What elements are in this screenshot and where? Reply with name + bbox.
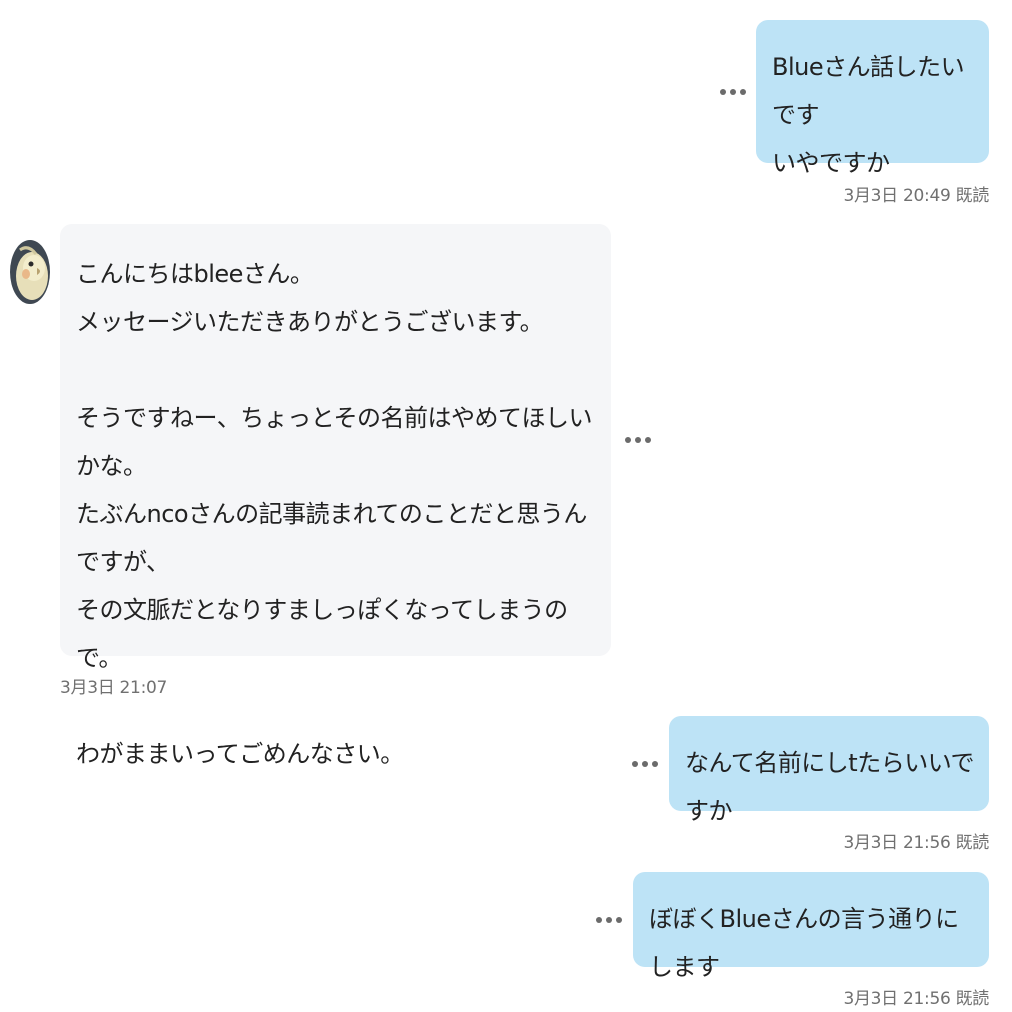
read-receipt: 既読: [955, 833, 990, 853]
message-thread: Blueさん話したいです いやですか 3月3日 20:49 既読 こんにちはbl…: [0, 0, 1012, 1012]
message-meta: 3月3日 21:56 既読: [843, 828, 989, 853]
message-timestamp: 3月3日 21:56: [843, 989, 951, 1009]
message-more-button[interactable]: [625, 434, 651, 446]
message-meta: 3月3日 21:56 既読: [843, 984, 989, 1009]
message-meta: 3月3日 20:49 既読: [843, 181, 989, 206]
more-horizontal-icon: [720, 89, 726, 95]
read-receipt: 既読: [955, 186, 990, 206]
message-timestamp: 3月3日 20:49: [843, 186, 951, 206]
bird-avatar-icon[interactable]: [10, 240, 50, 304]
message-timestamp: 3月3日 21:07: [60, 678, 168, 698]
message-bubble-incoming[interactable]: こんにちはbleeさん。 メッセージいただきありがとうございます。 そうですねー…: [60, 224, 611, 768]
more-horizontal-icon: [596, 917, 602, 923]
message-timestamp: 3月3日 21:56: [843, 833, 951, 853]
message-more-button[interactable]: [632, 758, 658, 770]
more-horizontal-icon: [632, 761, 638, 767]
more-horizontal-icon: [625, 437, 631, 443]
message-more-button[interactable]: [720, 86, 746, 98]
read-receipt: 既読: [955, 989, 990, 1009]
message-more-button[interactable]: [596, 914, 622, 926]
message-bubble-outgoing[interactable]: Blueさん話したいです いやですか: [756, 20, 989, 177]
message-bubble-outgoing[interactable]: ぼぼくBlueさんの言う通りにします: [633, 872, 989, 981]
message-bubble-outgoing[interactable]: なんて名前にしtたらいいですか: [669, 716, 989, 825]
